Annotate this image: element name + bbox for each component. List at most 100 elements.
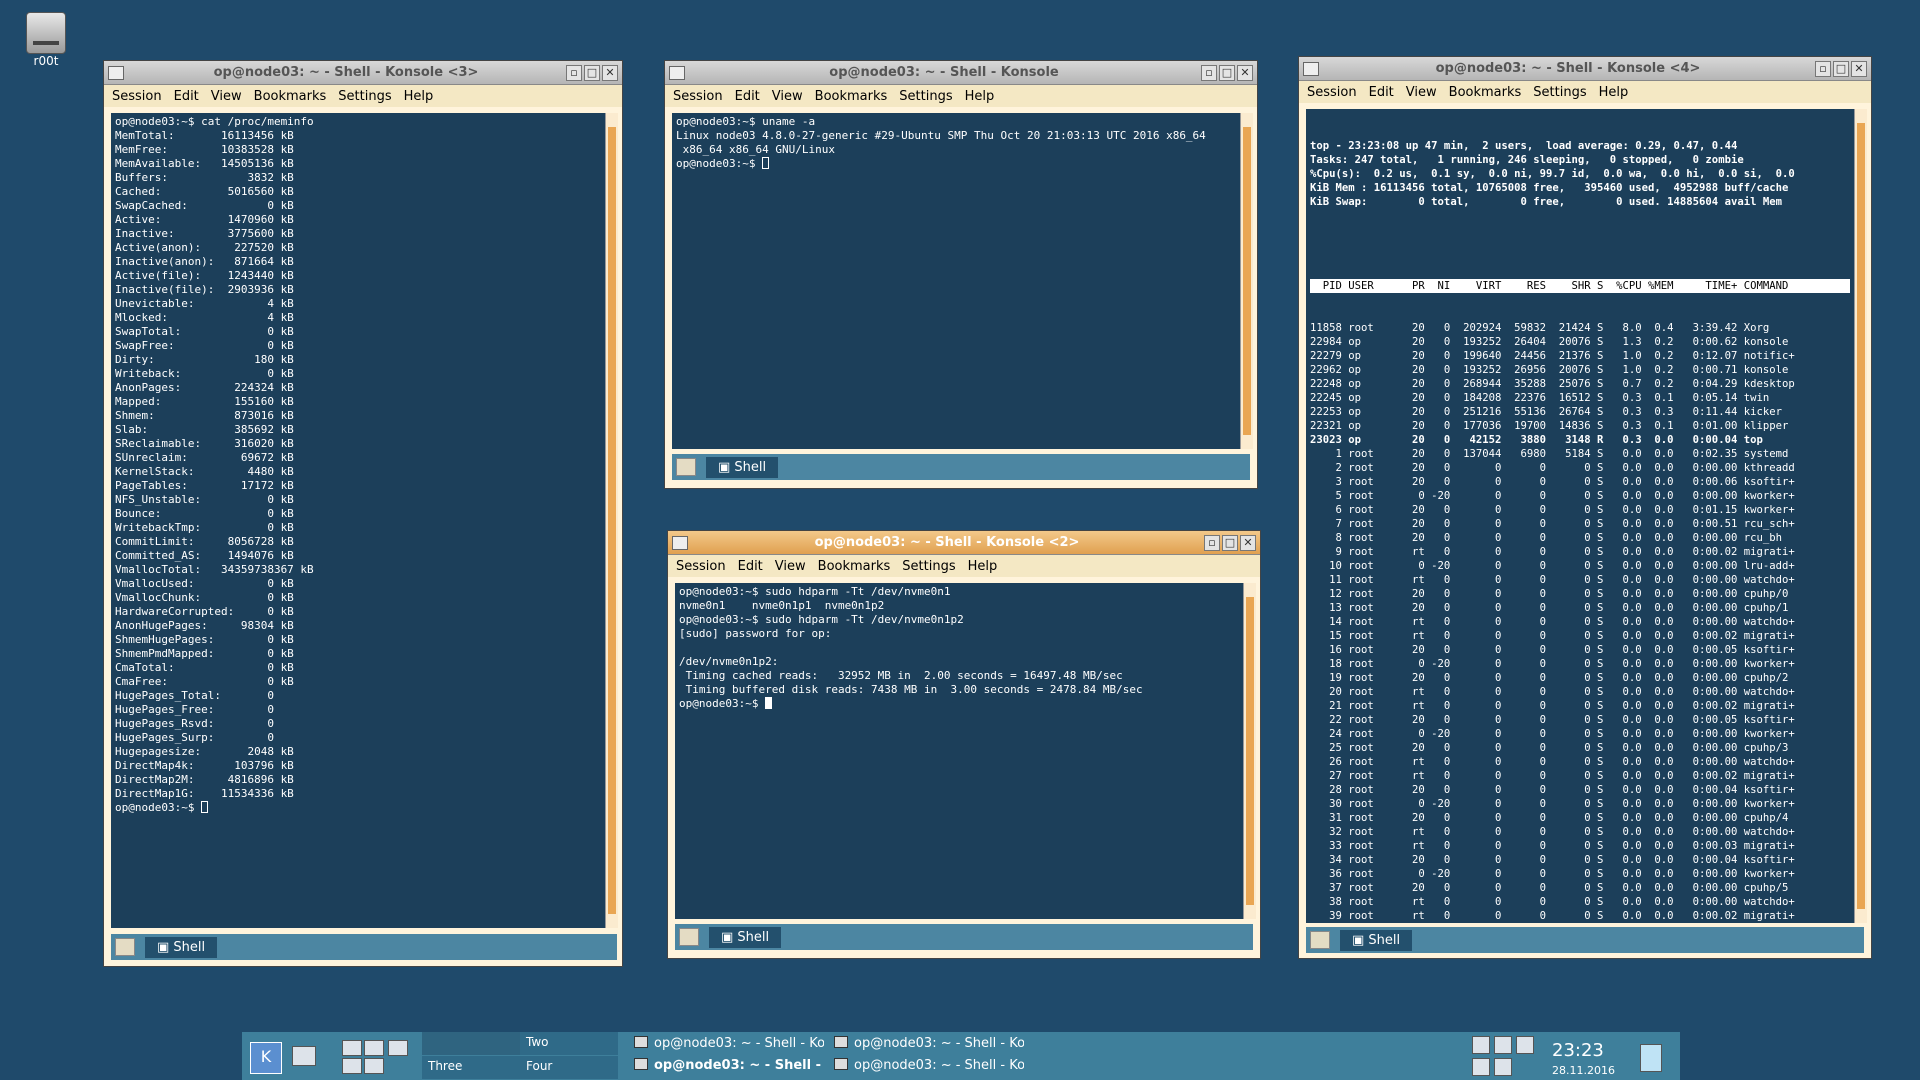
titlebar[interactable]: op@node03: ~ - Shell - Konsole <3> ▫ □ ✕ [104, 61, 622, 85]
terminal-output[interactable]: op@node03:~$ uname -a Linux node03 4.8.0… [672, 113, 1240, 449]
menu-bookmarks[interactable]: Bookmarks [254, 89, 327, 104]
minimize-button[interactable]: ▫ [566, 64, 582, 81]
new-tab-icon[interactable] [1310, 931, 1330, 949]
terminal-output[interactable]: op@node03:~$ sudo hdparm -Tt /dev/nvme0n… [675, 583, 1243, 919]
titlebar[interactable]: op@node03: ~ - Shell - Konsole ▫ □ ✕ [665, 61, 1257, 85]
menu-view[interactable]: View [775, 559, 806, 574]
menu-session[interactable]: Session [112, 89, 162, 104]
trash-icon[interactable] [1640, 1044, 1662, 1072]
terminal-output[interactable]: top - 23:23:08 up 47 min, 2 users, load … [1306, 109, 1854, 923]
top-summary: top - 23:23:08 up 47 min, 2 users, load … [1310, 140, 1795, 208]
settings-icon[interactable] [364, 1058, 384, 1074]
close-button[interactable]: ✕ [1851, 60, 1867, 77]
scrollbar[interactable] [1240, 113, 1253, 449]
scrollbar[interactable] [605, 113, 618, 928]
process-row: 21 root rt 0 0 0 0 S 0.0 0.0 0:00.02 mig… [1310, 700, 1795, 712]
process-row: 23023 op 20 0 42152 3880 3148 R 0.3 0.0 … [1310, 434, 1763, 446]
titlebar[interactable]: op@node03: ~ - Shell - Konsole <4> ▫ □ ✕ [1299, 57, 1871, 81]
process-row: 15 root rt 0 0 0 0 S 0.0 0.0 0:00.02 mig… [1310, 630, 1795, 642]
pager-desktop-one[interactable] [422, 1032, 520, 1055]
close-button[interactable]: ✕ [1237, 64, 1253, 81]
tab-shell[interactable]: ▣ Shell [145, 936, 218, 958]
menu-help[interactable]: Help [968, 559, 998, 574]
menu-bookmarks[interactable]: Bookmarks [818, 559, 891, 574]
display-icon[interactable] [1494, 1036, 1512, 1054]
volume-icon[interactable] [1494, 1058, 1512, 1076]
kmail-icon[interactable] [364, 1040, 384, 1056]
menu-session[interactable]: Session [1307, 85, 1357, 100]
menu-view[interactable]: View [1406, 85, 1437, 100]
window-menu-icon[interactable] [1303, 61, 1319, 76]
menu-settings[interactable]: Settings [338, 89, 391, 104]
menu-edit[interactable]: Edit [1369, 85, 1394, 100]
new-tab-icon[interactable] [115, 938, 135, 956]
menu-edit[interactable]: Edit [174, 89, 199, 104]
tab-shell[interactable]: ▣ Shell [709, 926, 782, 948]
process-row: 6 root 20 0 0 0 0 S 0.0 0.0 0:01.15 kwor… [1310, 504, 1795, 516]
maximize-button[interactable]: □ [1219, 64, 1235, 81]
maximize-button[interactable]: □ [1222, 534, 1238, 551]
konsole-window-3[interactable]: op@node03: ~ - Shell - Konsole <3> ▫ □ ✕… [103, 60, 623, 967]
new-tab-icon[interactable] [676, 458, 696, 476]
window-title: op@node03: ~ - Shell - Konsole <4> [1435, 61, 1701, 76]
close-button[interactable]: ✕ [602, 64, 618, 81]
scrollbar[interactable] [1854, 109, 1867, 923]
window-menu-icon[interactable] [108, 65, 124, 80]
minimize-button[interactable]: ▫ [1201, 64, 1217, 81]
pager-desktop-three[interactable]: Three [422, 1056, 520, 1079]
tab-shell[interactable]: ▣ Shell [1340, 929, 1413, 951]
terminal-output[interactable]: op@node03:~$ cat /proc/meminfo MemTotal:… [111, 113, 605, 928]
menu-help[interactable]: Help [965, 89, 995, 104]
pager-desktop-four[interactable]: Four [520, 1056, 618, 1079]
menu-edit[interactable]: Edit [738, 559, 763, 574]
menu-view[interactable]: View [772, 89, 803, 104]
menu-settings[interactable]: Settings [1533, 85, 1586, 100]
menu-session[interactable]: Session [673, 89, 723, 104]
window-menu-icon[interactable] [669, 65, 685, 80]
menu-session[interactable]: Session [676, 559, 726, 574]
maximize-button[interactable]: □ [1833, 60, 1849, 77]
minimize-button[interactable]: ▫ [1204, 534, 1220, 551]
taskbar-item-active[interactable]: op@node03: ~ - Shell - K [634, 1058, 824, 1073]
clock[interactable]: 23:23 [1552, 1040, 1604, 1061]
taskbar-item[interactable]: op@node03: ~ - Shell - Kon [834, 1036, 1024, 1051]
minimize-button[interactable]: ▫ [1815, 60, 1831, 77]
process-row: 22279 op 20 0 199640 24456 21376 S 1.0 0… [1310, 350, 1795, 362]
new-tab-icon[interactable] [679, 928, 699, 946]
menu-bookmarks[interactable]: Bookmarks [1449, 85, 1522, 100]
desktop-icon[interactable] [292, 1046, 316, 1066]
clipboard-icon[interactable] [1472, 1036, 1490, 1054]
process-row: 10 root 0 -20 0 0 0 S 0.0 0.0 0:00.00 lr… [1310, 560, 1795, 572]
desktop-drive-icon[interactable]: r00t [18, 12, 74, 68]
browser-icon[interactable] [342, 1058, 362, 1074]
process-row: 32 root rt 0 0 0 0 S 0.0 0.0 0:00.00 wat… [1310, 826, 1795, 838]
text-cursor [762, 157, 770, 169]
close-button[interactable]: ✕ [1240, 534, 1256, 551]
scrollbar[interactable] [1243, 583, 1256, 919]
menu-edit[interactable]: Edit [735, 89, 760, 104]
tab-shell[interactable]: ▣ Shell [706, 456, 779, 478]
konsole-window-4[interactable]: op@node03: ~ - Shell - Konsole <4> ▫ □ ✕… [1298, 56, 1872, 959]
menu-view[interactable]: View [211, 89, 242, 104]
process-row: 28 root 20 0 0 0 0 S 0.0 0.0 0:00.04 kso… [1310, 784, 1795, 796]
menu-bookmarks[interactable]: Bookmarks [815, 89, 888, 104]
window-menu-icon[interactable] [672, 535, 688, 550]
k-menu-button[interactable]: K [250, 1042, 282, 1074]
menubar: Session Edit View Bookmarks Settings Hel… [668, 555, 1260, 577]
tools-icon[interactable] [1472, 1058, 1490, 1076]
taskbar-item[interactable]: op@node03: ~ - Shell - Kon [634, 1036, 824, 1051]
konqueror-icon[interactable] [342, 1040, 362, 1056]
menu-help[interactable]: Help [404, 89, 434, 104]
konsole-window-2[interactable]: op@node03: ~ - Shell - Konsole <2> ▫ □ ✕… [667, 530, 1261, 959]
menu-settings[interactable]: Settings [899, 89, 952, 104]
taskbar-item[interactable]: op@node03: ~ - Shell - Kon [834, 1058, 1024, 1073]
konsole-icon [634, 1058, 648, 1070]
titlebar[interactable]: op@node03: ~ - Shell - Konsole <2> ▫ □ ✕ [668, 531, 1260, 555]
maximize-button[interactable]: □ [584, 64, 600, 81]
printer-icon[interactable] [1516, 1036, 1534, 1054]
network-icon[interactable] [388, 1040, 408, 1056]
menu-settings[interactable]: Settings [902, 559, 955, 574]
menu-help[interactable]: Help [1599, 85, 1629, 100]
pager-desktop-two[interactable]: Two [520, 1032, 618, 1055]
konsole-window-1[interactable]: op@node03: ~ - Shell - Konsole ▫ □ ✕ Ses… [664, 60, 1258, 489]
